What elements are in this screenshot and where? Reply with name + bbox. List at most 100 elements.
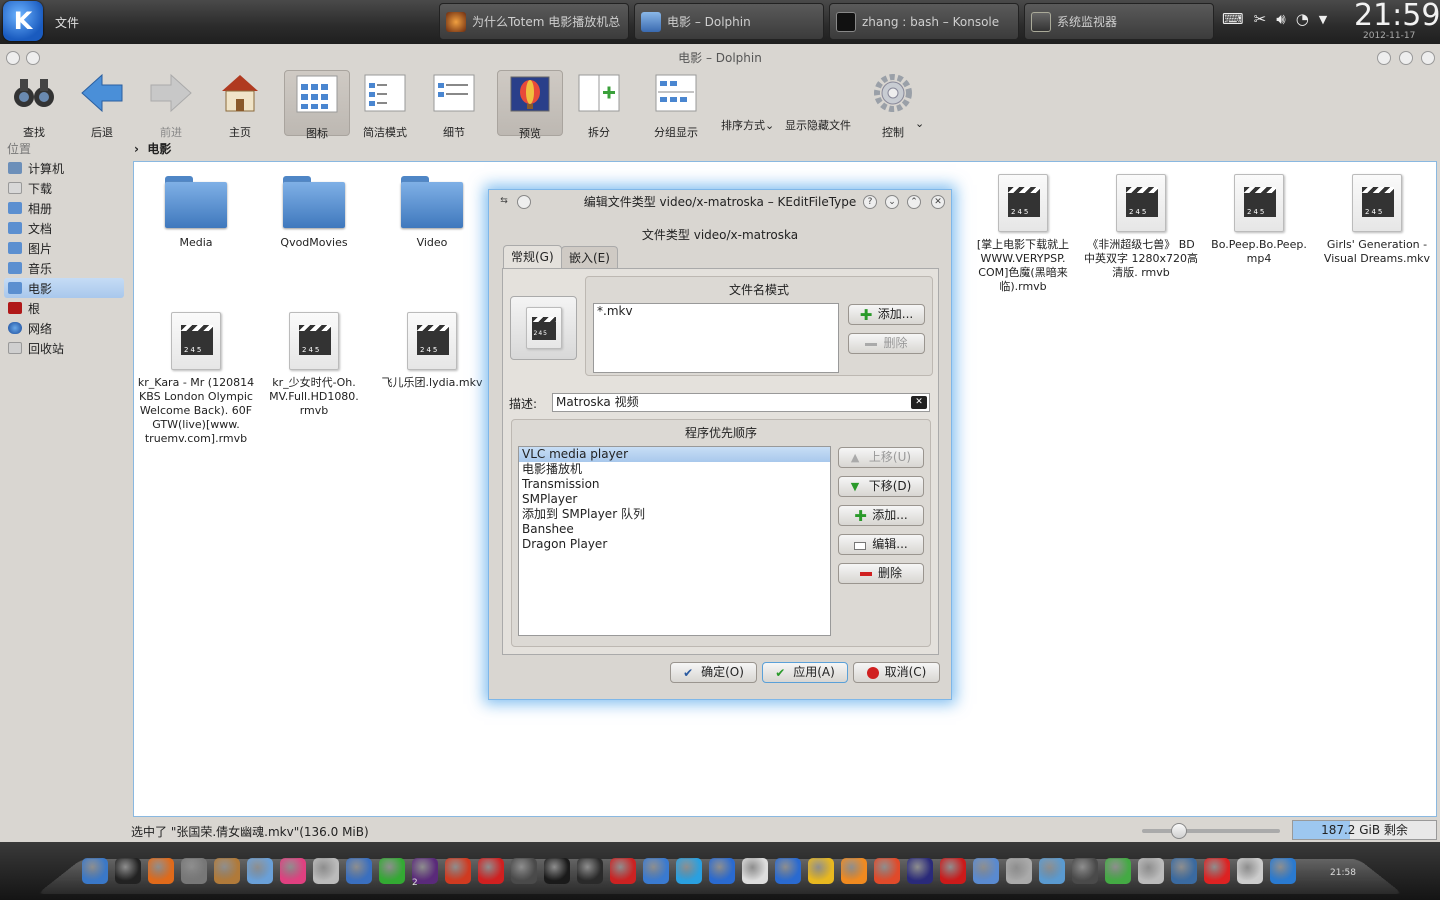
folder-item[interactable]: Video: [373, 176, 491, 250]
place-computer[interactable]: 计算机: [4, 158, 124, 178]
dock-launcher-icon[interactable]: [214, 858, 240, 884]
place-root[interactable]: 根: [4, 298, 124, 318]
place-downloads[interactable]: 下载: [4, 178, 124, 198]
dock-launcher-icon[interactable]: [1171, 858, 1197, 884]
window-menu-icon[interactable]: [6, 51, 20, 65]
dock-launcher-icon[interactable]: [313, 858, 339, 884]
folder-item[interactable]: QvodMovies: [255, 176, 373, 250]
video-file-item[interactable]: 245 [掌上电影下载就上 WWW.VERYPSP. COM]色魔(黑暗来 临)…: [964, 174, 1082, 294]
task-system-monitor[interactable]: 系统监视器: [1024, 3, 1214, 40]
video-file-item[interactable]: 245 《非洲超级七兽》 BD中英双字 1280x720高清版. rmvb: [1082, 174, 1200, 280]
place-documents[interactable]: 文档: [4, 218, 124, 238]
dock-launcher-icon[interactable]: [379, 858, 405, 884]
zoom-slider[interactable]: [1142, 829, 1280, 833]
close-icon[interactable]: ✕: [931, 195, 945, 209]
maximize-icon[interactable]: [1399, 51, 1413, 65]
volume-icon[interactable]: 🔊︎: [1276, 10, 1285, 28]
dock-launcher-icon[interactable]: [445, 858, 471, 884]
details-view-button[interactable]: 细节: [421, 70, 487, 139]
patterns-list[interactable]: *.mkv: [593, 303, 839, 373]
icons-view-button[interactable]: 图标: [284, 70, 350, 140]
application-item[interactable]: Transmission: [519, 477, 830, 492]
minimize-icon[interactable]: [1377, 51, 1391, 65]
task-dolphin[interactable]: 电影 – Dolphin: [634, 3, 824, 40]
home-button[interactable]: 主页: [207, 70, 273, 139]
move-down-button[interactable]: ▼ 下移(D): [838, 476, 924, 497]
dock-launcher-icon[interactable]: [709, 858, 735, 884]
zoom-slider-handle[interactable]: [1171, 823, 1187, 839]
application-item[interactable]: 电影播放机: [519, 462, 830, 477]
dock-launcher-icon[interactable]: [643, 858, 669, 884]
dock-launcher-icon[interactable]: [874, 858, 900, 884]
find-button[interactable]: 查找: [1, 70, 67, 139]
window-sticky-icon[interactable]: [26, 51, 40, 65]
split-button[interactable]: 拆分: [566, 70, 632, 139]
arrow-down-icon[interactable]: ▼: [1319, 13, 1327, 28]
dock-launcher-icon[interactable]: [346, 858, 372, 884]
dock-launcher-icon[interactable]: [1039, 858, 1065, 884]
dock-launcher-icon[interactable]: [280, 858, 306, 884]
maximize-icon[interactable]: ⌃: [907, 195, 921, 209]
place-network[interactable]: 网络: [4, 318, 124, 338]
task-konsole[interactable]: zhang : bash – Konsole: [829, 3, 1019, 40]
dock-launcher-icon[interactable]: [1006, 858, 1032, 884]
application-item[interactable]: 添加到 SMPlayer 队列: [519, 507, 830, 522]
dock-launcher-icon[interactable]: [841, 858, 867, 884]
video-file-item[interactable]: 245 Bo.Peep.Bo.Peep. mp4: [1200, 174, 1318, 266]
breadcrumb[interactable]: › 电影: [134, 140, 171, 157]
remove-pattern-button[interactable]: 删除: [848, 333, 925, 354]
mime-icon-button[interactable]: 245: [510, 296, 577, 360]
dock-launcher-icon[interactable]: [1138, 858, 1164, 884]
remove-application-button[interactable]: 删除: [838, 563, 924, 584]
show-hidden-button[interactable]: 显示隐藏文件: [785, 117, 851, 133]
application-item[interactable]: Banshee: [519, 522, 830, 537]
chevron-down-icon[interactable]: ⌄: [915, 117, 924, 130]
ok-button[interactable]: ✔ 确定(O): [670, 662, 757, 683]
dock-launcher-icon[interactable]: [610, 858, 636, 884]
place-pictures[interactable]: 图片: [4, 238, 124, 258]
close-icon[interactable]: [1421, 51, 1435, 65]
activity-label[interactable]: 文件: [55, 14, 79, 31]
place-trash[interactable]: 回收站: [4, 338, 124, 358]
dock-launcher-icon[interactable]: [808, 858, 834, 884]
wifi-icon[interactable]: ◔: [1296, 10, 1309, 28]
apply-button[interactable]: ✔ 应用(A): [762, 662, 848, 683]
dock-launcher-icon[interactable]: [775, 858, 801, 884]
free-space-indicator[interactable]: 187.2 GiB 剩余: [1292, 820, 1437, 840]
folder-item[interactable]: Media: [137, 176, 255, 250]
dock-launcher-icon[interactable]: [577, 858, 603, 884]
dock-launcher-icon[interactable]: [676, 858, 702, 884]
window-title-bar[interactable]: 电影 – Dolphin: [0, 46, 1440, 70]
kde-launcher-button[interactable]: K: [3, 1, 43, 41]
help-icon[interactable]: ?: [863, 195, 877, 209]
edit-application-button[interactable]: 编辑...: [838, 534, 924, 555]
dialog-sticky-icon[interactable]: [517, 195, 531, 209]
move-up-button[interactable]: ▲ 上移(U): [838, 447, 924, 468]
tab-embedding[interactable]: 嵌入(E): [561, 246, 618, 268]
application-item[interactable]: Dragon Player: [519, 537, 830, 552]
application-item[interactable]: VLC media player: [519, 447, 830, 462]
task-totem[interactable]: 为什么Totem 电影播放机总: [439, 3, 629, 40]
dock-launcher-icon[interactable]: [247, 858, 273, 884]
forward-button[interactable]: 前进: [138, 70, 204, 139]
place-movies[interactable]: 电影: [4, 278, 124, 298]
scissors-icon[interactable]: ✂: [1254, 10, 1267, 28]
back-button[interactable]: 后退: [69, 70, 135, 139]
video-file-item[interactable]: 245 Girls' Generation - Visual Dreams.mk…: [1318, 174, 1436, 266]
group-view-button[interactable]: 分组显示: [643, 70, 709, 139]
video-file-item[interactable]: 245 kr_Kara - Mr (120814 KBS London Olym…: [137, 312, 255, 446]
dock-launcher-icon[interactable]: [181, 858, 207, 884]
dock-launcher-icon[interactable]: [544, 858, 570, 884]
cancel-button[interactable]: 取消(C): [853, 662, 940, 683]
description-input[interactable]: Matroska 视频 ✕: [552, 393, 930, 412]
dock-launcher-icon[interactable]: [1072, 858, 1098, 884]
dock-launcher-icon[interactable]: [148, 858, 174, 884]
dock-launcher-icon[interactable]: [1105, 858, 1131, 884]
tab-general[interactable]: 常规(G): [503, 245, 562, 269]
compact-view-button[interactable]: 简洁模式: [352, 70, 418, 139]
dock-launcher-icon[interactable]: [940, 858, 966, 884]
dock-launcher-icon[interactable]: [82, 858, 108, 884]
dialog-app-icon[interactable]: ⇆: [497, 195, 511, 209]
sort-by-button[interactable]: 排序方式⌄: [721, 117, 774, 133]
video-file-item[interactable]: 245 kr_少女时代-Oh. MV.Full.HD1080. rmvb: [255, 312, 373, 418]
